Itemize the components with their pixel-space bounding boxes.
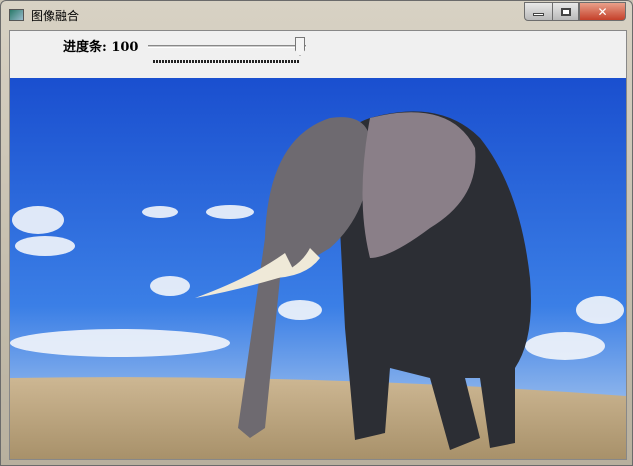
trackbar-value: 100 bbox=[111, 40, 139, 55]
minimize-icon bbox=[533, 12, 544, 16]
trackbar-slider[interactable] bbox=[148, 45, 306, 48]
maximize-button[interactable] bbox=[552, 2, 579, 21]
client-area: 进度条: 100 bbox=[9, 30, 627, 460]
close-icon: ✕ bbox=[597, 4, 608, 19]
window-frame: 图像融合 ✕ 进度条: 100 bbox=[0, 0, 633, 466]
app-window-icon bbox=[9, 9, 24, 21]
trackbar-ticks bbox=[153, 60, 300, 63]
window-title: 图像融合 bbox=[31, 9, 80, 23]
minimize-button[interactable] bbox=[524, 2, 553, 21]
trackbar-label: 进度条: 100 bbox=[63, 40, 139, 55]
title-bar[interactable]: 图像融合 ✕ bbox=[1, 1, 633, 29]
maximize-icon bbox=[560, 7, 571, 16]
close-button[interactable]: ✕ bbox=[579, 2, 626, 21]
blended-image bbox=[10, 78, 626, 459]
trackbar-thumb[interactable] bbox=[295, 37, 305, 56]
